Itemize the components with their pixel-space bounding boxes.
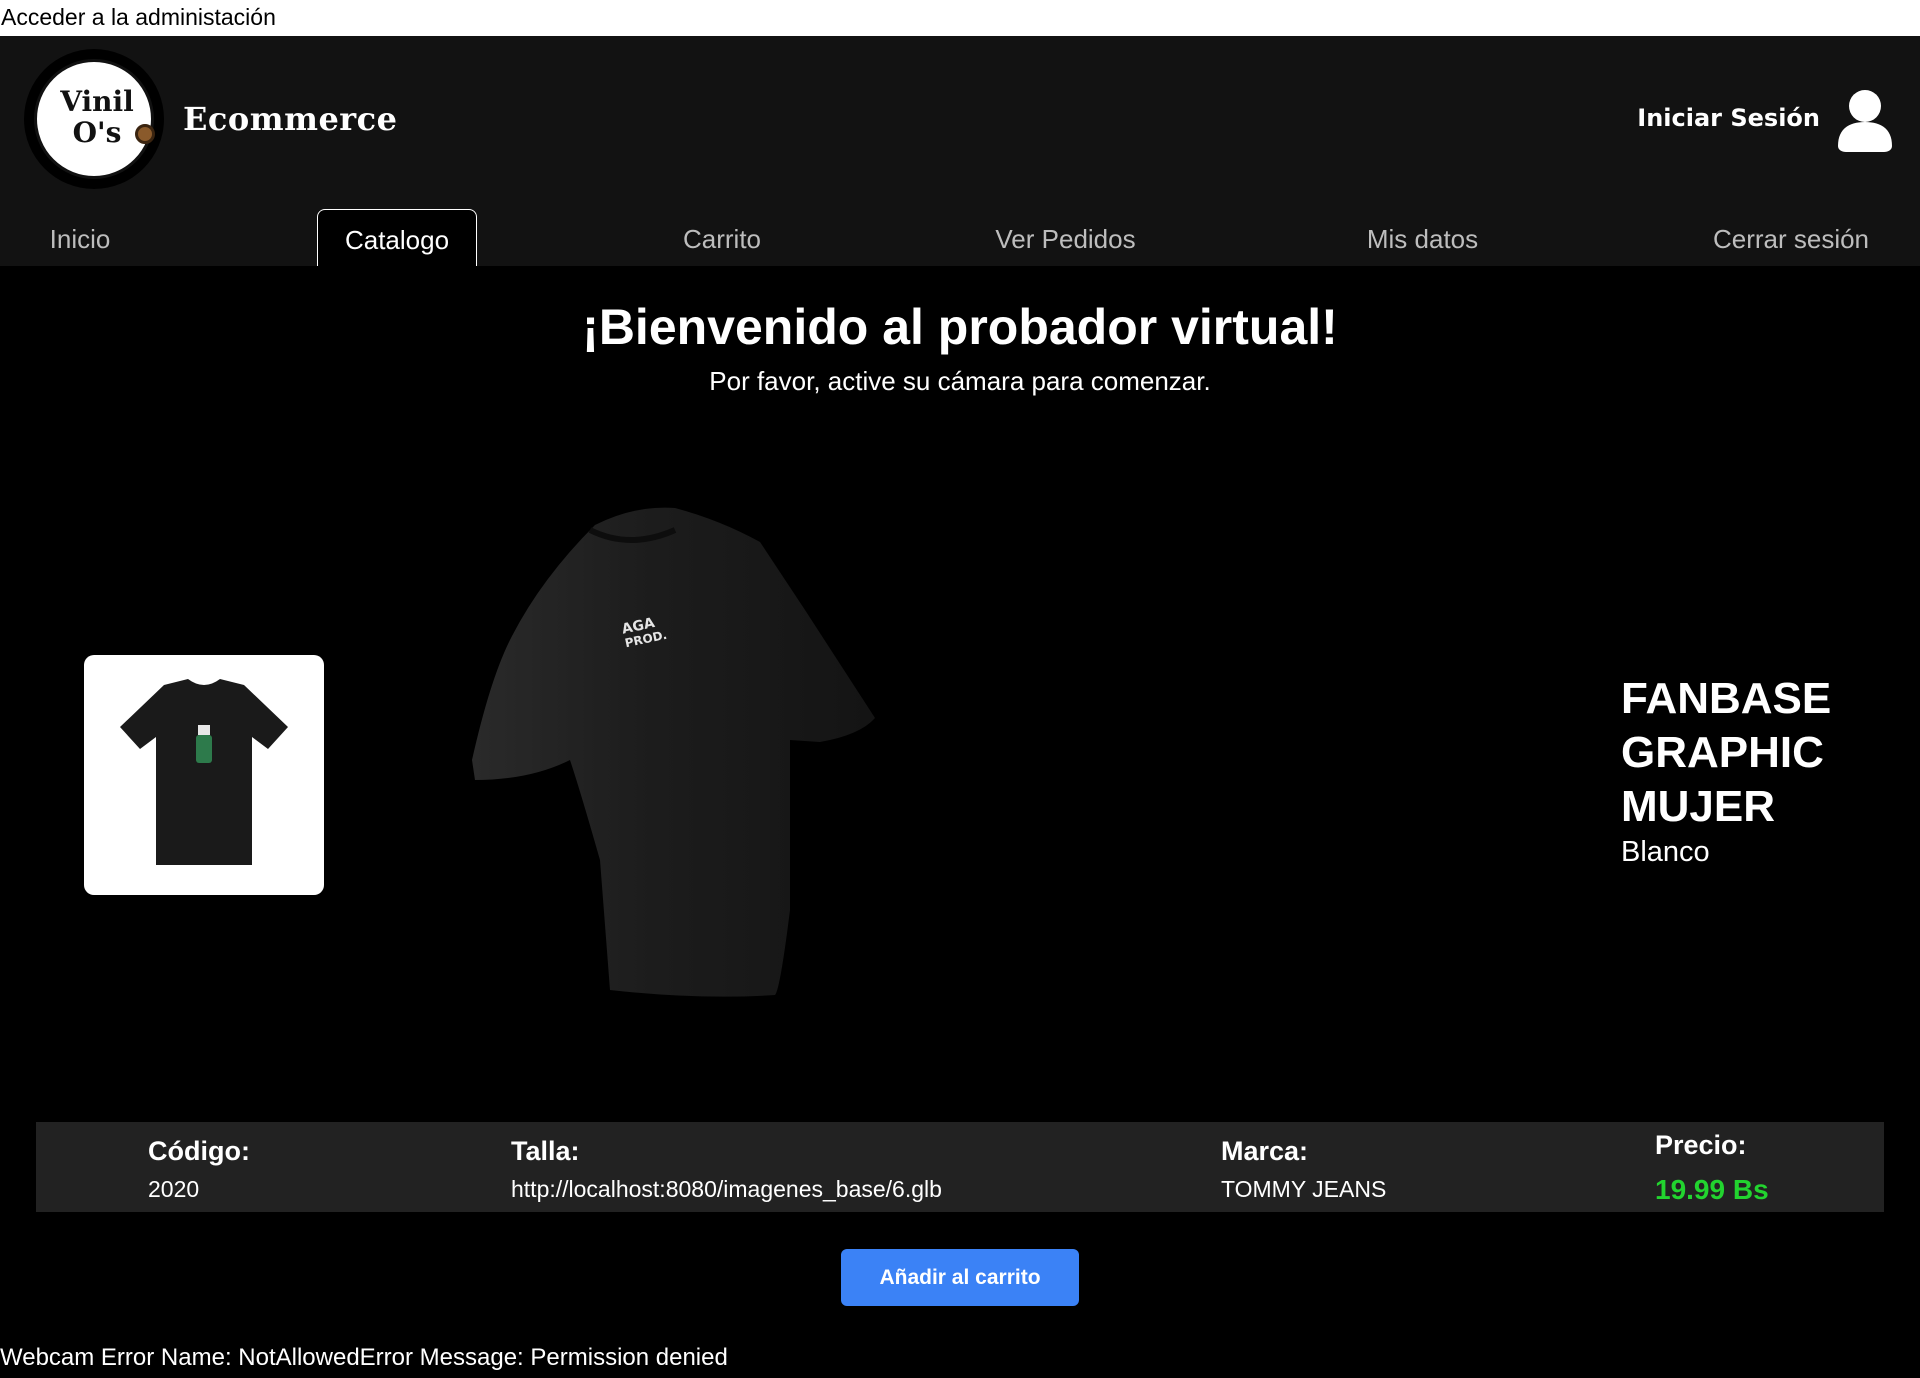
admin-access-link[interactable]: Acceder a la administación [0, 0, 1920, 36]
page-subtitle: Por favor, active su cámara para comenza… [709, 366, 1211, 396]
tshirt-3d-icon: AGA PROD. [472, 507, 875, 997]
nav-item-carrito[interactable]: Carrito [672, 209, 772, 266]
nav-item-inicio[interactable]: Inicio [40, 209, 120, 266]
brand-name: Ecommerce [183, 100, 398, 138]
nav-item-catalogo[interactable]: Catalogo [317, 209, 477, 266]
site-header: Vinil O's Ecommerce Iniciar Sesión Inici… [0, 36, 1920, 266]
tshirt-3d-model-viewer[interactable]: AGA PROD. [460, 490, 900, 1010]
add-to-cart-button[interactable]: Añadir al carrito [841, 1249, 1079, 1306]
nav-item-ver-pedidos[interactable]: Ver Pedidos [988, 209, 1143, 266]
vinyl-record-icon [135, 124, 155, 144]
vinilos-logo[interactable]: Vinil O's [24, 49, 164, 189]
tshirt-icon [120, 679, 288, 865]
brand-value: TOMMY JEANS [1221, 1176, 1387, 1202]
size-value: http://localhost:8080/imagenes_base/6.gl… [511, 1176, 942, 1202]
price-value: 19.99 Bs [1655, 1174, 1769, 1205]
webcam-error-message: Webcam Error Name: NotAllowedError Messa… [0, 1344, 728, 1371]
login-link[interactable]: Iniciar Sesión [1637, 104, 1820, 132]
nav-item-cerrar-sesion[interactable]: Cerrar sesión [1706, 209, 1876, 266]
price-label: Precio: [1655, 1130, 1747, 1160]
code-label: Código: [148, 1136, 250, 1166]
user-icon[interactable] [1836, 88, 1894, 152]
size-label: Talla: [511, 1136, 580, 1166]
nav-item-mis-datos[interactable]: Mis datos [1360, 209, 1485, 266]
logo-badge: Vinil O's [34, 59, 155, 179]
code-value: 2020 [148, 1176, 200, 1202]
tshirt-thumbnail[interactable] [84, 655, 324, 895]
product-color: Blanco [1621, 836, 1710, 868]
logo-text-line1: Vinil [60, 85, 134, 118]
page-title: ¡Bienvenido al probador virtual! [582, 299, 1338, 355]
brand-label: Marca: [1221, 1136, 1309, 1166]
product-info-bar: Código: 2020 Talla: http://localhost:808… [36, 1122, 1884, 1212]
product-name: FANBASE GRAPHIC MUJER [1621, 674, 1832, 831]
